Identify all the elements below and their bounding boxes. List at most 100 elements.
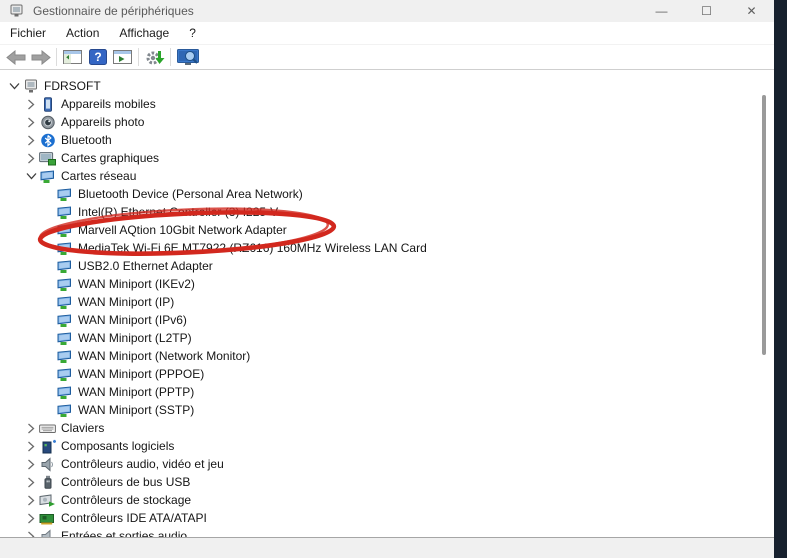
- tree-item-label: WAN Miniport (IP): [78, 293, 174, 311]
- chevron-icon: [40, 366, 56, 382]
- bluetooth-icon: [39, 132, 56, 148]
- tree-row-bluetooth[interactable]: Bluetooth: [0, 131, 774, 149]
- menu-fichier[interactable]: Fichier: [0, 22, 56, 44]
- chevron-icon: [40, 186, 56, 202]
- network-icon: [56, 294, 73, 310]
- tree-item-label: Contrôleurs IDE ATA/ATAPI: [61, 509, 207, 527]
- minimize-button[interactable]: —: [639, 0, 684, 22]
- titlebar: Gestionnaire de périphériques — ☐ ✕: [0, 0, 774, 22]
- tree-item-label: WAN Miniport (PPPOE): [78, 365, 204, 383]
- tree-item-label: Contrôleurs de stockage: [61, 491, 191, 509]
- tree-row-cartes-graphiques[interactable]: Cartes graphiques: [0, 149, 774, 167]
- svg-text:?: ?: [94, 50, 101, 64]
- scan-hardware-changes-icon[interactable]: [142, 46, 167, 69]
- chevron-icon[interactable]: [23, 150, 39, 166]
- show-console-tree-icon[interactable]: [60, 46, 85, 69]
- toolbar-separator: [138, 48, 139, 66]
- tree-row-wan-miniport-ipv6[interactable]: WAN Miniport (IPv6): [0, 311, 774, 329]
- chevron-icon: [40, 276, 56, 292]
- close-button[interactable]: ✕: [729, 0, 774, 22]
- tree-item-label: USB2.0 Ethernet Adapter: [78, 257, 213, 275]
- tree-item-label: WAN Miniport (IPv6): [78, 311, 187, 329]
- network-icon: [56, 240, 73, 256]
- tree-row-composants-logiciels[interactable]: Composants logiciels: [0, 437, 774, 455]
- tree-row-wan-miniport-l2tp[interactable]: WAN Miniport (L2TP): [0, 329, 774, 347]
- tree-row-claviers[interactable]: Claviers: [0, 419, 774, 437]
- chevron-icon[interactable]: [23, 510, 39, 526]
- window-controls: — ☐ ✕: [639, 0, 774, 22]
- device-tree: FDRSOFT Appareils mobiles Appareils phot…: [0, 70, 774, 537]
- properties-window-icon[interactable]: [110, 46, 135, 69]
- tree-row-usb2-0-ethernet-adapter[interactable]: USB2.0 Ethernet Adapter: [0, 257, 774, 275]
- tree-row-contr-leurs-de-stockage[interactable]: Contrôleurs de stockage: [0, 491, 774, 509]
- tree-item-label: MediaTek Wi-Fi 6E MT7922 (RZ616) 160MHz …: [78, 239, 427, 257]
- toolbar-separator: [56, 48, 57, 66]
- tree-row-wan-miniport-ikev2[interactable]: WAN Miniport (IKEv2): [0, 275, 774, 293]
- network-icon: [56, 402, 73, 418]
- toolbar-separator: [170, 48, 171, 66]
- chevron-icon[interactable]: [23, 456, 39, 472]
- menubar: Fichier Action Affichage ?: [0, 22, 774, 45]
- tree-row-appareils-mobiles[interactable]: Appareils mobiles: [0, 95, 774, 113]
- tree-row-wan-miniport-network-monitor[interactable]: WAN Miniport (Network Monitor): [0, 347, 774, 365]
- chevron-icon[interactable]: [23, 420, 39, 436]
- menu-affichage[interactable]: Affichage: [109, 22, 179, 44]
- chevron-icon[interactable]: [23, 168, 39, 184]
- tree-row-contr-leurs-ide-ata-atapi[interactable]: Contrôleurs IDE ATA/ATAPI: [0, 509, 774, 527]
- forward-arrow-icon[interactable]: [28, 46, 53, 69]
- tree-row-wan-miniport-pppoe[interactable]: WAN Miniport (PPPOE): [0, 365, 774, 383]
- help-icon[interactable]: ?: [85, 46, 110, 69]
- chevron-icon: [40, 402, 56, 418]
- tree-row-wan-miniport-pptp[interactable]: WAN Miniport (PPTP): [0, 383, 774, 401]
- tree-row-intel-r-ethernet-controller-3-i225-v[interactable]: Intel(R) Ethernet Controller (3) I225-V: [0, 203, 774, 221]
- tree-row-wan-miniport-ip[interactable]: WAN Miniport (IP): [0, 293, 774, 311]
- chevron-icon[interactable]: [23, 438, 39, 454]
- tree-row-appareils-photo[interactable]: Appareils photo: [0, 113, 774, 131]
- back-arrow-icon[interactable]: [3, 46, 28, 69]
- chevron-icon[interactable]: [23, 492, 39, 508]
- tree-row-cartes-r-seau[interactable]: Cartes réseau: [0, 167, 774, 185]
- chevron-icon[interactable]: [23, 114, 39, 130]
- tree-item-label: Appareils mobiles: [61, 95, 156, 113]
- network-icon: [56, 366, 73, 382]
- computer-icon: [22, 78, 39, 94]
- tree-row-mediatek-wi-fi-6e-mt7922-rz616-160mhz-wireless-lan-card[interactable]: MediaTek Wi-Fi 6E MT7922 (RZ616) 160MHz …: [0, 239, 774, 257]
- chevron-icon: [40, 294, 56, 310]
- storage-icon: [39, 492, 56, 508]
- keyboard-icon: [39, 420, 56, 436]
- screenshot-stage: Gestionnaire de périphériques — ☐ ✕ Fich…: [0, 0, 787, 558]
- menu-action[interactable]: Action: [56, 22, 109, 44]
- tree-item-label: WAN Miniport (IKEv2): [78, 275, 195, 293]
- menu-help[interactable]: ?: [179, 22, 206, 44]
- network-icon: [56, 222, 73, 238]
- chevron-icon[interactable]: [23, 474, 39, 490]
- tree-row-contr-leurs-audio-vid-o-et-jeu[interactable]: Contrôleurs audio, vidéo et jeu: [0, 455, 774, 473]
- tree-item-label: WAN Miniport (Network Monitor): [78, 347, 250, 365]
- display-icon: [39, 150, 56, 166]
- device-manager-app-icon: [9, 4, 24, 18]
- devices-search-icon[interactable]: [174, 46, 204, 69]
- chevron-icon: [40, 240, 56, 256]
- tree-item-label: Contrôleurs audio, vidéo et jeu: [61, 455, 224, 473]
- tree-row-entr-es-et-sorties-audio[interactable]: Entrées et sorties audio: [0, 527, 774, 537]
- chevron-icon: [40, 330, 56, 346]
- chevron-icon[interactable]: [23, 528, 39, 537]
- vertical-scrollbar[interactable]: [762, 95, 766, 355]
- tree-row-marvell-aqtion-10gbit-network-adapter[interactable]: Marvell AQtion 10Gbit Network Adapter: [0, 221, 774, 239]
- chevron-icon: [40, 348, 56, 364]
- chevron-icon[interactable]: [23, 132, 39, 148]
- maximize-button[interactable]: ☐: [684, 0, 729, 22]
- chevron-icon: [40, 258, 56, 274]
- tree-row-bluetooth-device-personal-area-network[interactable]: Bluetooth Device (Personal Area Network): [0, 185, 774, 203]
- mobile-icon: [39, 96, 56, 112]
- chevron-icon[interactable]: [23, 96, 39, 112]
- tree-row-fdrsoft[interactable]: FDRSOFT: [0, 77, 774, 95]
- network-icon: [56, 204, 73, 220]
- chevron-icon[interactable]: [6, 78, 22, 94]
- tree-row-wan-miniport-sstp[interactable]: WAN Miniport (SSTP): [0, 401, 774, 419]
- network-icon: [56, 186, 73, 202]
- toolbar: ?: [0, 45, 774, 70]
- tree-row-contr-leurs-de-bus-usb[interactable]: Contrôleurs de bus USB: [0, 473, 774, 491]
- chevron-icon: [40, 312, 56, 328]
- tree-item-label: Entrées et sorties audio: [61, 527, 187, 537]
